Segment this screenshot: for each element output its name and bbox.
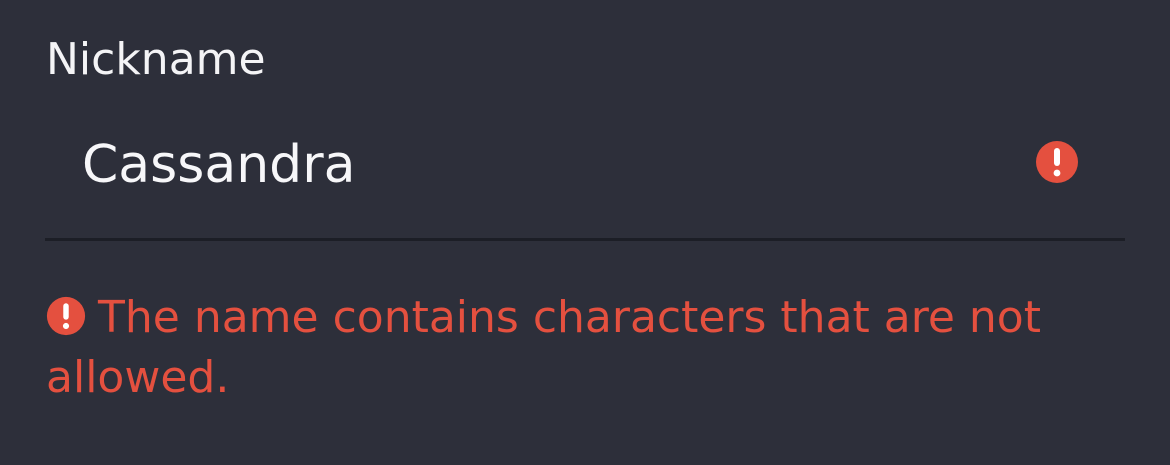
input-underline: [45, 238, 1125, 241]
nickname-label: Nickname: [46, 34, 266, 85]
nickname-form-field: Nickname Cassandra The name contains cha…: [0, 0, 1170, 465]
error-circle-icon: [1035, 140, 1079, 184]
error-message: The name contains characters that are no…: [46, 288, 1066, 408]
error-message-text: The name contains characters that are no…: [46, 292, 1041, 403]
error-circle-icon: [46, 296, 86, 336]
nickname-input[interactable]: Cassandra: [82, 130, 982, 200]
